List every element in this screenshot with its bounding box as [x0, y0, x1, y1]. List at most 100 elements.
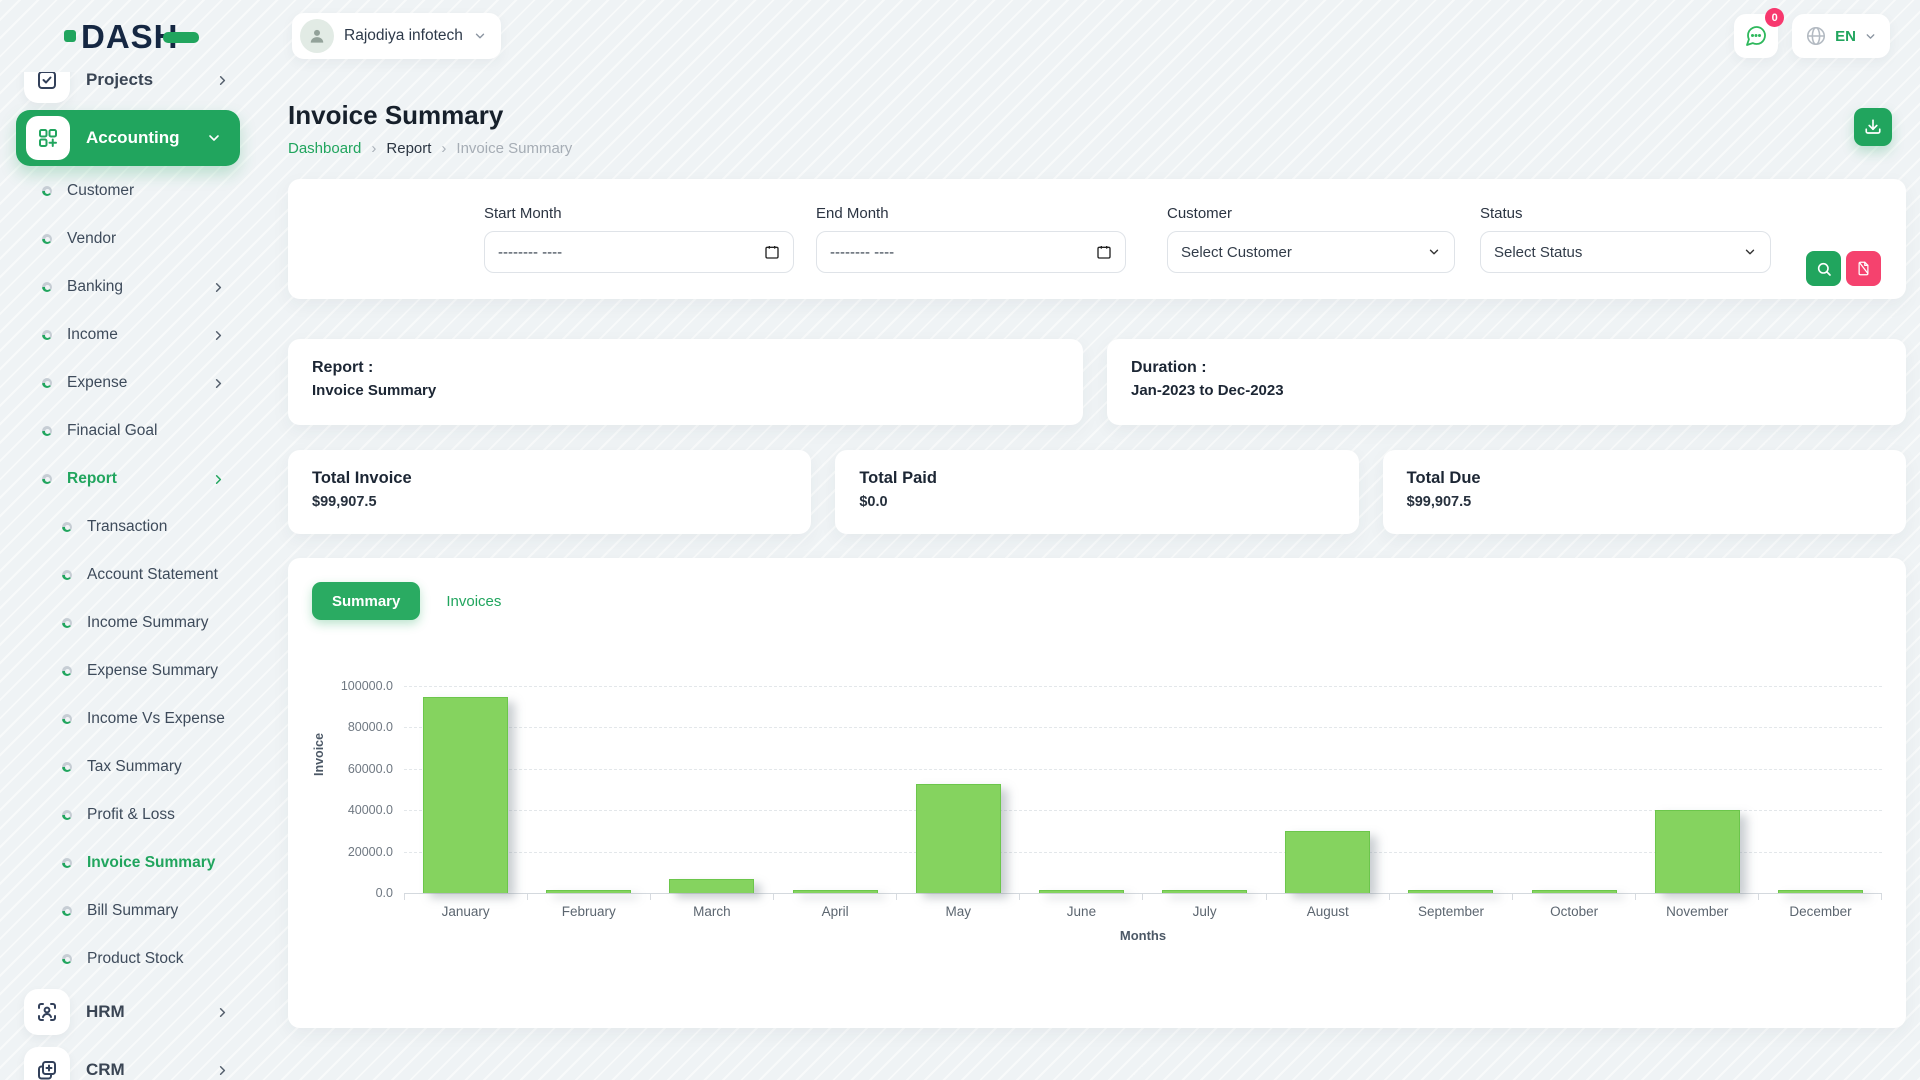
sidebar-item-label: Account Statement	[87, 566, 218, 584]
totals-row: Total Invoice $99,907.5 Total Paid $0.0 …	[288, 450, 1906, 534]
company-selector[interactable]: Rajodiya infotech	[292, 13, 501, 59]
total-paid-card: Total Paid $0.0	[835, 450, 1358, 534]
file-slash-icon	[1856, 261, 1871, 276]
x-axis-tick	[1389, 893, 1512, 900]
chevron-right-icon	[215, 73, 230, 88]
chevron-down-icon	[1864, 30, 1877, 43]
sidebar-item-expense-summary[interactable]: Expense Summary	[0, 647, 256, 695]
duration-value: Jan-2023 to Dec-2023	[1131, 382, 1882, 399]
bar-march[interactable]	[669, 879, 754, 893]
x-axis-tick	[1758, 893, 1882, 900]
download-button[interactable]	[1854, 108, 1892, 146]
x-label-august: August	[1266, 904, 1389, 919]
search-button[interactable]	[1806, 251, 1841, 286]
status-select[interactable]: Select Status	[1480, 231, 1771, 273]
tab-invoices[interactable]: Invoices	[426, 582, 521, 620]
x-label-september: September	[1389, 904, 1512, 919]
sidebar-item-finacial-goal[interactable]: Finacial Goal	[0, 407, 256, 455]
sidebar-item-tax-summary[interactable]: Tax Summary	[0, 743, 256, 791]
user-avatar-icon	[300, 19, 334, 53]
bar-slot	[897, 686, 1020, 893]
bullet-icon	[42, 474, 52, 484]
x-axis-tick	[650, 893, 773, 900]
bar-slot	[1143, 686, 1266, 893]
bar-august[interactable]	[1285, 831, 1370, 893]
chevron-right-icon	[211, 328, 226, 343]
total-invoice-label: Total Invoice	[312, 469, 787, 488]
sidebar-item-label: Projects	[86, 72, 153, 90]
language-selector[interactable]: EN	[1792, 14, 1890, 58]
bar-slot	[1636, 686, 1759, 893]
bullet-icon	[42, 426, 52, 436]
bar-june[interactable]	[1039, 890, 1124, 893]
status-field: Status Select Status	[1455, 205, 1771, 273]
chevron-right-icon	[211, 376, 226, 391]
bullet-icon	[42, 378, 52, 388]
sidebar-item-report[interactable]: Report	[0, 455, 256, 503]
bar-september[interactable]	[1408, 890, 1493, 893]
bar-may[interactable]	[916, 784, 1001, 893]
sidebar-item-accounting[interactable]: Accounting	[16, 110, 240, 166]
sidebar-item-bill-summary[interactable]: Bill Summary	[0, 887, 256, 935]
sidebar-item-vendor[interactable]: Vendor	[0, 215, 256, 263]
chart-y-labels: 100000.080000.060000.040000.020000.00.0	[312, 686, 404, 893]
bullet-icon	[42, 330, 52, 340]
bar-july[interactable]	[1162, 890, 1247, 893]
logo-dash-icon	[163, 32, 199, 43]
sidebar-item-transaction[interactable]: Transaction	[0, 503, 256, 551]
sidebar-item-income-summary[interactable]: Income Summary	[0, 599, 256, 647]
x-label-july: July	[1143, 904, 1266, 919]
brand-logo[interactable]: DASH	[64, 20, 199, 53]
company-name: Rajodiya infotech	[344, 27, 463, 45]
end-month-input[interactable]: -------- ----	[816, 231, 1126, 273]
customer-select[interactable]: Select Customer	[1167, 231, 1455, 273]
bar-april[interactable]	[793, 890, 878, 893]
bar-october[interactable]	[1532, 890, 1617, 893]
sidebar-menu: ProjectsAccountingCustomerVendorBankingI…	[0, 72, 256, 1080]
chart-x-labels: JanuaryFebruaryMarchAprilMayJuneJulyAugu…	[404, 904, 1882, 919]
globe-icon	[1805, 25, 1827, 47]
sidebar-item-customer[interactable]: Customer	[0, 167, 256, 215]
chart-card: Summary Invoices Invoice 100000.080000.0…	[288, 558, 1906, 1028]
sidebar-item-label: Expense	[67, 374, 127, 392]
total-invoice-value: $99,907.5	[312, 494, 787, 510]
bullet-icon	[62, 714, 72, 724]
reset-button[interactable]	[1846, 251, 1881, 286]
report-label: Report :	[312, 359, 1059, 377]
gridline	[404, 893, 1882, 894]
sidebar-item-account-statement[interactable]: Account Statement	[0, 551, 256, 599]
messages-badge: 0	[1765, 8, 1784, 27]
bar-january[interactable]	[423, 697, 508, 893]
sidebar-item-crm[interactable]: CRM	[0, 1041, 256, 1080]
sidebar-item-banking[interactable]: Banking	[0, 263, 256, 311]
start-month-input[interactable]: -------- ----	[484, 231, 794, 273]
sidebar-item-invoice-summary[interactable]: Invoice Summary	[0, 839, 256, 887]
sidebar-item-income[interactable]: Income	[0, 311, 256, 359]
calendar-icon	[764, 244, 780, 260]
tab-summary[interactable]: Summary	[312, 582, 420, 620]
sidebar-item-projects[interactable]: Projects	[0, 72, 256, 109]
sidebar-item-profit-loss[interactable]: Profit & Loss	[0, 791, 256, 839]
messages-button[interactable]: 0	[1734, 14, 1778, 58]
sidebar-item-expense[interactable]: Expense	[0, 359, 256, 407]
start-month-placeholder: -------- ----	[498, 244, 562, 261]
bar-november[interactable]	[1655, 810, 1740, 893]
duration-label: Duration :	[1131, 359, 1882, 377]
cards-icon	[24, 1047, 70, 1080]
x-axis-tick	[1266, 893, 1389, 900]
filter-panel: Start Month -------- ---- End Month ----…	[288, 179, 1906, 299]
sidebar-item-product-stock[interactable]: Product Stock	[0, 935, 256, 983]
logo-dot-icon	[64, 30, 76, 42]
chevron-down-icon	[1427, 245, 1441, 259]
filter-buttons	[1806, 251, 1881, 286]
sidebar-item-hrm[interactable]: HRM	[0, 983, 256, 1041]
sidebar-item-label: HRM	[86, 1002, 125, 1022]
breadcrumb-dashboard[interactable]: Dashboard	[288, 140, 361, 157]
grid-plus-icon	[26, 116, 70, 160]
x-axis-tick	[1019, 893, 1142, 900]
breadcrumb-report[interactable]: Report	[386, 140, 431, 157]
chevron-down-icon	[1743, 245, 1757, 259]
sidebar-item-income-vs-expense[interactable]: Income Vs Expense	[0, 695, 256, 743]
bar-december[interactable]	[1778, 890, 1863, 893]
bar-february[interactable]	[546, 890, 631, 893]
